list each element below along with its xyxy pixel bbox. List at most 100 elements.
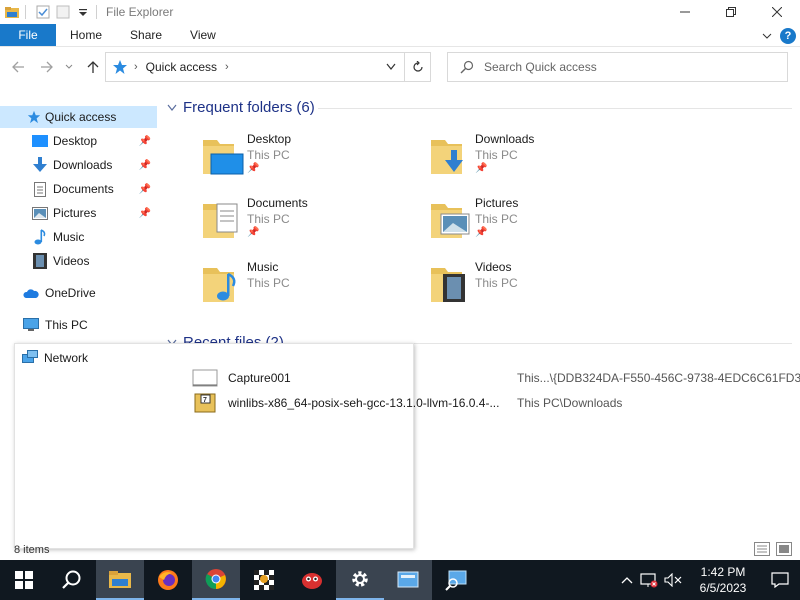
folder-tile-pictures[interactable]: Pictures This PC 📌 xyxy=(429,196,649,252)
pin-icon[interactable]: 📌 xyxy=(139,184,151,195)
expand-ribbon-icon[interactable] xyxy=(762,31,772,41)
breadcrumb-separator[interactable]: › xyxy=(134,61,138,73)
windows-logo-icon xyxy=(15,571,33,589)
cloud-icon xyxy=(23,285,39,301)
sidebar-item-quick-access[interactable]: Quick access xyxy=(0,106,157,128)
help-icon[interactable]: ? xyxy=(780,27,796,44)
new-folder-icon[interactable] xyxy=(55,4,71,20)
downloads-folder-icon xyxy=(431,140,463,174)
notification-icon xyxy=(771,572,789,588)
folder-location: This PC xyxy=(475,212,518,226)
sidebar-item-videos[interactable]: Videos xyxy=(0,250,157,272)
picture-icon xyxy=(32,205,48,221)
search-input[interactable] xyxy=(484,60,764,74)
show-hidden-icons-button[interactable] xyxy=(616,576,638,584)
taskbar-chrome[interactable] xyxy=(192,560,240,600)
folder-tile-documents[interactable]: Documents This PC 📌 xyxy=(201,196,421,252)
network-status-button[interactable] xyxy=(638,572,660,588)
folder-location: This PC xyxy=(247,276,290,290)
sidebar-item-network[interactable]: Network xyxy=(22,349,88,367)
large-icons-view-icon[interactable] xyxy=(776,542,792,556)
recent-locations-button[interactable] xyxy=(62,55,76,79)
taskbar-network-app[interactable] xyxy=(432,560,480,600)
clock[interactable]: 1:42 PM 6/5/2023 xyxy=(686,564,760,596)
image-file-icon xyxy=(192,369,218,387)
firefox-icon xyxy=(158,570,178,590)
tab-home[interactable]: Home xyxy=(56,24,116,46)
recent-file-path: This...\{DDB324DA-F550-456C-9738-4EDC6C6… xyxy=(517,371,800,385)
recent-file-path: This PC\Downloads xyxy=(517,396,623,410)
back-button[interactable] xyxy=(6,55,30,79)
folder-tile-music[interactable]: Music This PC xyxy=(201,260,421,316)
properties-icon[interactable] xyxy=(35,4,51,20)
sidebar-item-label: Videos xyxy=(53,254,90,268)
desktop-icon xyxy=(32,133,48,149)
pin-icon[interactable]: 📌 xyxy=(139,208,151,219)
folder-tile-downloads[interactable]: Downloads This PC 📌 xyxy=(429,132,649,188)
tab-share[interactable]: Share xyxy=(116,24,176,46)
taskbar-remote-app[interactable] xyxy=(384,560,432,600)
sidebar-item-downloads[interactable]: Downloads 📌 xyxy=(0,154,157,176)
network-status-icon xyxy=(640,573,658,588)
taskbar-red-app[interactable] xyxy=(288,560,336,600)
sidebar-item-onedrive[interactable]: OneDrive xyxy=(0,282,157,304)
refresh-button[interactable] xyxy=(404,53,430,81)
action-center-button[interactable] xyxy=(760,560,800,600)
folder-name: Videos xyxy=(475,260,512,274)
sidebar-item-desktop[interactable]: Desktop 📌 xyxy=(0,130,157,152)
chevron-up-icon xyxy=(621,577,633,584)
sidebar-item-label: Downloads xyxy=(53,158,113,172)
pin-icon: 📌 xyxy=(247,227,260,238)
folder-tile-desktop[interactable]: Desktop This PC 📌 xyxy=(201,132,421,188)
pin-icon[interactable]: 📌 xyxy=(139,136,151,147)
search-box[interactable] xyxy=(447,52,788,82)
sidebar-item-documents[interactable]: Documents 📌 xyxy=(0,178,157,200)
documents-folder-icon xyxy=(203,203,238,238)
customize-toolbar-icon[interactable] xyxy=(75,4,91,20)
taskbar-settings[interactable] xyxy=(336,560,384,600)
pin-icon: 📌 xyxy=(247,163,260,174)
folder-app-icon[interactable] xyxy=(4,4,20,20)
taskbar-search-button[interactable] xyxy=(48,560,96,600)
search-icon xyxy=(62,570,81,589)
taskbar-firefox[interactable] xyxy=(144,560,192,600)
desktop-folder-icon xyxy=(203,140,244,175)
sidebar-item-label: Documents xyxy=(53,182,114,196)
address-bar[interactable]: › Quick access › xyxy=(105,52,431,82)
volume-button[interactable] xyxy=(660,573,686,587)
folder-name: Downloads xyxy=(475,132,535,146)
taskbar-file-explorer[interactable] xyxy=(96,560,144,600)
recent-file-row[interactable]: 7 winlibs-x86_64-posix-seh-gcc-13.1.0-ll… xyxy=(192,391,792,415)
tab-file[interactable]: File xyxy=(0,24,56,46)
volume-muted-icon xyxy=(664,573,682,587)
monitor-magnifier-icon xyxy=(445,570,467,591)
sidebar-item-music[interactable]: Music xyxy=(0,226,157,248)
view-switcher xyxy=(754,542,792,556)
forward-button[interactable] xyxy=(35,55,59,79)
sidebar-item-this-pc[interactable]: This PC xyxy=(0,314,157,336)
chevron-down-icon xyxy=(65,64,73,69)
pin-icon: 📌 xyxy=(475,163,488,174)
breadcrumb-chevron[interactable]: › xyxy=(225,61,229,73)
up-button[interactable] xyxy=(81,55,105,79)
window-app-icon xyxy=(397,571,419,588)
restore-button[interactable] xyxy=(708,0,754,24)
start-button[interactable] xyxy=(0,560,48,600)
taskbar-chess-app[interactable] xyxy=(240,560,288,600)
ribbon-right-controls: ? xyxy=(762,24,796,47)
address-dropdown-button[interactable] xyxy=(380,53,402,81)
up-arrow-icon xyxy=(87,61,99,73)
sidebar-item-pictures[interactable]: Pictures 📌 xyxy=(0,202,157,224)
tab-view[interactable]: View xyxy=(176,24,230,46)
close-button[interactable] xyxy=(754,0,800,24)
recent-file-row[interactable]: Capture001 This...\{DDB324DA-F550-456C-9… xyxy=(192,366,800,390)
pin-icon[interactable]: 📌 xyxy=(139,160,151,171)
details-view-icon[interactable] xyxy=(754,542,770,556)
breadcrumb-quick-access[interactable]: Quick access xyxy=(146,60,217,74)
folder-tile-videos[interactable]: Videos This PC xyxy=(429,260,649,316)
chevron-down-icon xyxy=(167,104,177,111)
minimize-button[interactable] xyxy=(662,0,708,24)
window-title: File Explorer xyxy=(106,5,174,19)
pictures-folder-icon xyxy=(431,204,470,238)
frequent-folders-header[interactable]: Frequent folders (6) xyxy=(167,99,315,116)
